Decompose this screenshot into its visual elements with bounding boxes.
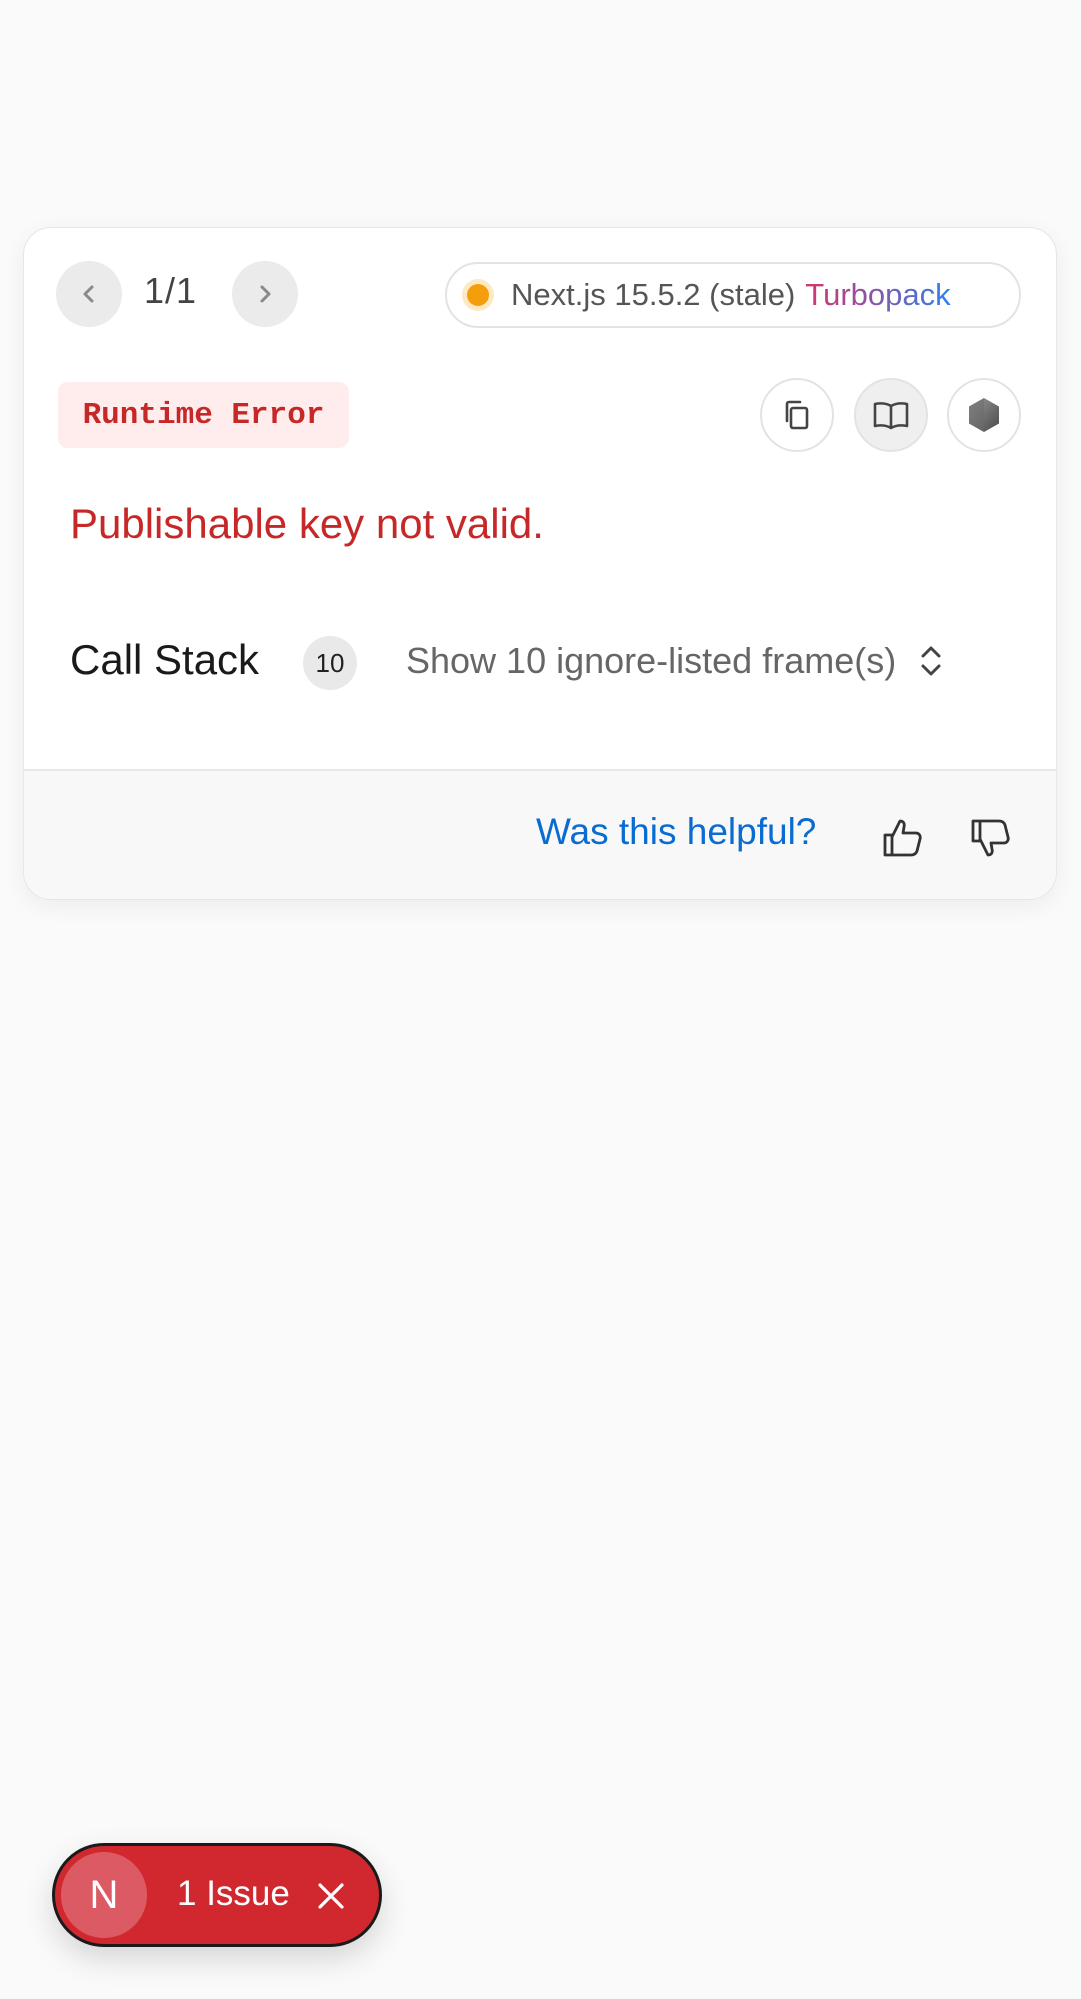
node-inspector-button[interactable]	[947, 378, 1021, 452]
chevron-left-icon	[83, 285, 94, 303]
toggle-ignored-frames-label: Show 10 ignore-listed frame(s)	[406, 640, 897, 681]
error-pager-count: 1/1	[144, 270, 198, 311]
node-icon	[969, 398, 999, 432]
nextjs-logo-letter: N	[89, 1872, 119, 1917]
error-type-badge: Runtime Error	[58, 382, 349, 448]
frame-count-badge: 10	[303, 636, 357, 690]
chevron-updown-icon	[921, 646, 941, 676]
bundler-label: Turbopack	[805, 277, 951, 312]
previous-error-button[interactable]	[56, 261, 122, 327]
nextjs-logo[interactable]: N	[61, 1852, 147, 1938]
feedback-footer: Was this helpful?	[24, 769, 1056, 899]
toggle-ignored-frames-button[interactable]: Show 10 ignore-listed frame(s)	[406, 640, 944, 682]
close-icon	[318, 1883, 344, 1909]
issue-count-label[interactable]: 1 Issue	[177, 1874, 290, 1914]
error-message: Publishable key not valid.	[70, 500, 544, 547]
call-stack-heading: Call Stack	[70, 636, 260, 683]
thumbs-down-icon	[971, 819, 1010, 857]
thumbs-up-icon	[883, 819, 922, 857]
thumbs-up-button[interactable]	[876, 811, 930, 865]
copy-error-button[interactable]	[760, 378, 834, 452]
book-icon	[873, 402, 909, 430]
copy-icon	[785, 400, 809, 430]
docs-button[interactable]	[854, 378, 928, 452]
dismiss-issues-button[interactable]	[311, 1876, 351, 1916]
next-error-button[interactable]	[232, 261, 298, 327]
chevron-right-icon	[260, 285, 271, 303]
nextjs-version-label: Next.js 15.5.2 (stale)	[511, 277, 796, 312]
error-overlay-dialog: 1/1 Next.js 15.5.2 (stale) Turbopack Run…	[23, 227, 1057, 900]
feedback-question: Was this helpful?	[536, 811, 817, 852]
stale-status-dot	[467, 284, 489, 306]
version-staleness-indicator[interactable]: Next.js 15.5.2 (stale) Turbopack	[445, 262, 1021, 328]
issues-badge[interactable]: N 1 Issue	[52, 1843, 382, 1947]
thumbs-down-button[interactable]	[964, 811, 1018, 865]
